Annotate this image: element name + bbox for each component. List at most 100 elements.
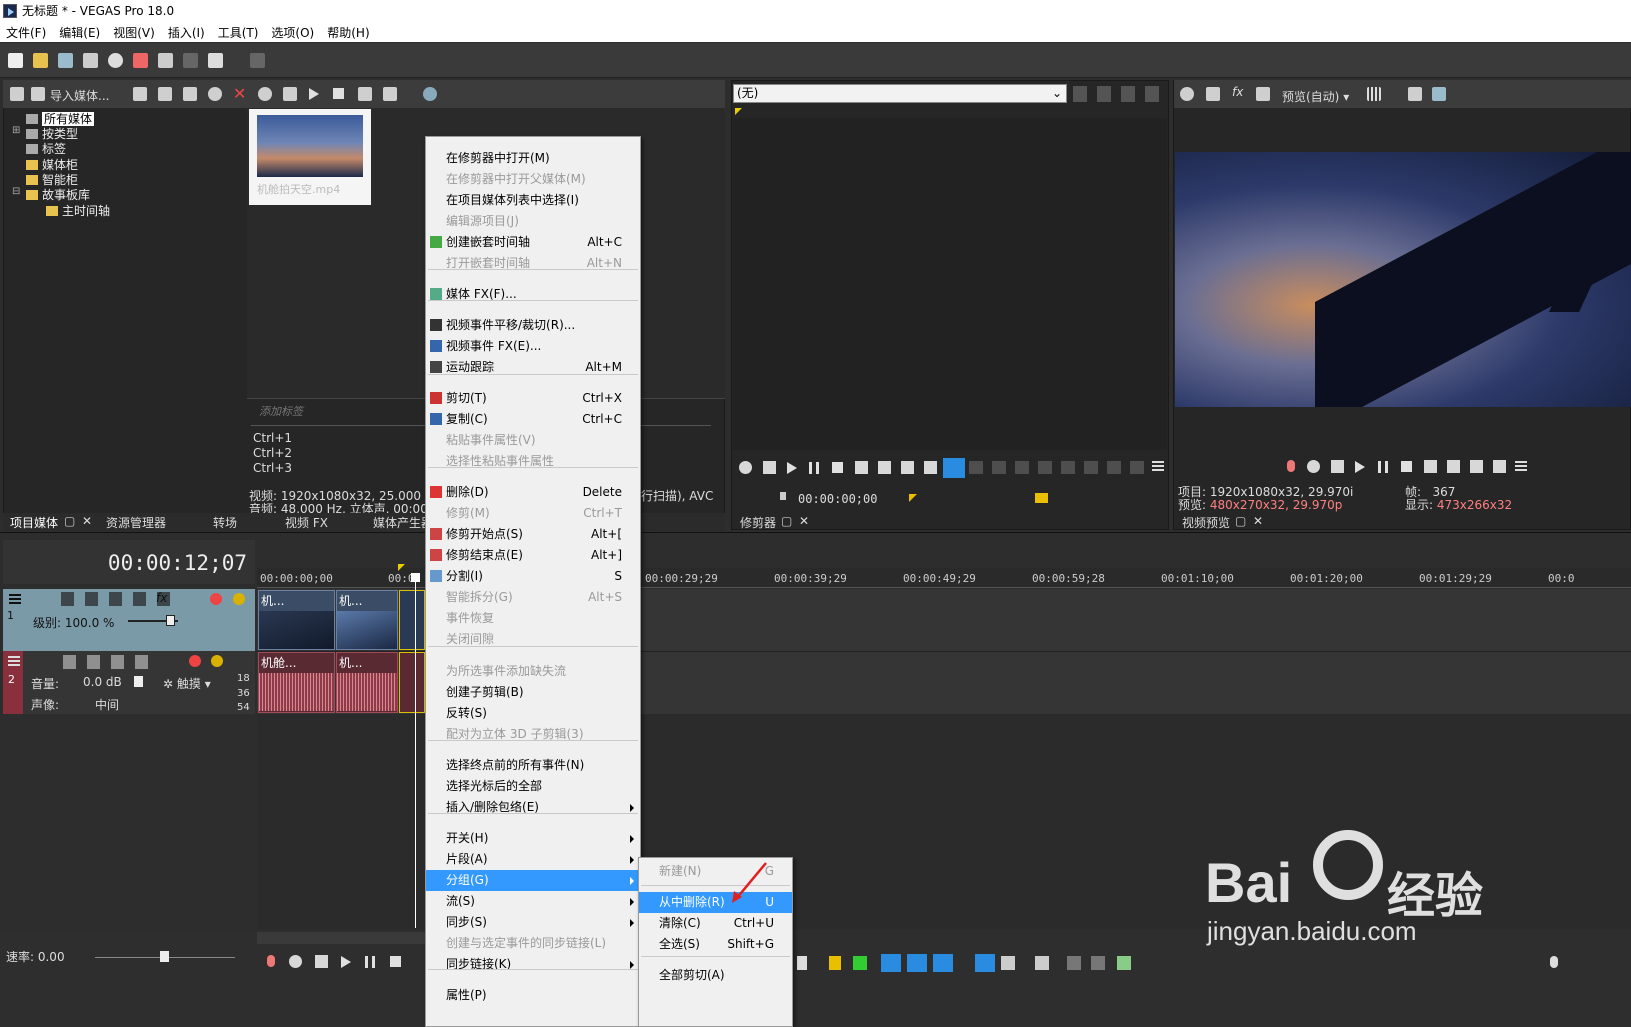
- play-from-start-icon[interactable]: [315, 955, 328, 968]
- tab-transitions[interactable]: 转场: [213, 514, 237, 531]
- tab-close-icon[interactable]: ✕: [82, 514, 92, 528]
- mute-icon[interactable]: [189, 655, 201, 667]
- split-tool-icon[interactable]: [1067, 956, 1081, 970]
- media-thumbnail[interactable]: 机舱拍天空.mp4: [249, 109, 371, 205]
- fx-icon[interactable]: [283, 87, 297, 101]
- fx-icon[interactable]: fx: [1232, 85, 1243, 99]
- audio-track-header[interactable]: 2 音量: 0.0 dB 声像: 中间 ✲ 触摸 ▾ 18 36 54: [3, 651, 255, 714]
- next-frame-icon[interactable]: [1493, 460, 1506, 473]
- media-view-icon[interactable]: [10, 87, 24, 101]
- collapse-icon[interactable]: ⊟: [12, 186, 20, 197]
- ignore-grouping-icon[interactable]: [1001, 956, 1015, 970]
- preview-quality-dropdown[interactable]: 预览(自动) ▾: [1282, 88, 1349, 105]
- prev-icon[interactable]: [1424, 460, 1437, 473]
- context-menu-item[interactable]: 分割(I) S: [426, 566, 640, 587]
- tree-storyboard-bin[interactable]: 故事板库: [26, 186, 90, 203]
- selection-tool-icon[interactable]: [1035, 956, 1049, 970]
- split-screen-icon[interactable]: [1256, 87, 1270, 101]
- video-event-2[interactable]: 机...: [336, 590, 398, 650]
- context-menu-item[interactable]: 选择光标后的全部: [426, 776, 640, 797]
- trim-tool-icon[interactable]: [1091, 956, 1105, 970]
- context-menu-item[interactable]: 属性(P): [426, 985, 640, 1006]
- context-menu-item[interactable]: 在修剪器中打开(M): [426, 148, 640, 169]
- playhead-handle[interactable]: [411, 573, 420, 582]
- submenu-item[interactable]: 清除(C) Ctrl+U: [639, 913, 792, 934]
- pause-icon[interactable]: [365, 956, 375, 968]
- media-fx-icon[interactable]: [208, 87, 222, 101]
- get-media-icon[interactable]: [158, 87, 172, 101]
- auto-crossfade-icon[interactable]: [907, 954, 927, 972]
- next-icon[interactable]: [878, 461, 891, 474]
- region-icon[interactable]: [853, 956, 867, 970]
- menu-insert[interactable]: 插入(I): [168, 24, 205, 41]
- import-icon[interactable]: [31, 87, 45, 101]
- context-menu-item[interactable]: 选择终点前的所有事件(N): [426, 755, 640, 776]
- stop-icon[interactable]: [390, 956, 401, 967]
- context-menu-item[interactable]: 创建子剪辑(B): [426, 682, 640, 703]
- remove-unused-icon[interactable]: [183, 87, 197, 101]
- gear-icon[interactable]: [108, 53, 123, 68]
- context-menu-item[interactable]: 在项目媒体列表中选择(I): [426, 190, 640, 211]
- prev-icon[interactable]: [855, 461, 868, 474]
- cut-icon[interactable]: [133, 53, 148, 68]
- tab-close-icon[interactable]: ✕: [1253, 514, 1263, 528]
- trimmer-dropdown[interactable]: (无) ⌄: [733, 84, 1067, 103]
- play-icon[interactable]: [787, 462, 797, 474]
- gear-icon[interactable]: [1180, 87, 1194, 101]
- next-frame-icon[interactable]: [924, 461, 937, 474]
- tab-video-preview[interactable]: 视频预览: [1182, 514, 1230, 531]
- volume-slider-thumb[interactable]: [134, 676, 143, 687]
- pause-icon[interactable]: [1378, 461, 1388, 473]
- context-menu-item[interactable]: 同步链接(K): [426, 954, 640, 975]
- microphone-icon[interactable]: [1550, 956, 1558, 968]
- zoom-search-icon[interactable]: [423, 87, 437, 101]
- track-menu-icon[interactable]: [9, 594, 21, 596]
- redo-icon[interactable]: [250, 53, 265, 68]
- menu-edit[interactable]: 编辑(E): [59, 24, 100, 41]
- video-track-header[interactable]: 1 fx 级别: 100.0 %: [3, 589, 255, 651]
- lock-envelopes-icon[interactable]: [975, 954, 995, 972]
- play-icon[interactable]: [309, 88, 319, 100]
- menu-options[interactable]: 选项(O): [271, 24, 314, 41]
- add-tool-icon[interactable]: [1117, 956, 1131, 970]
- new-file-icon[interactable]: [8, 53, 23, 68]
- tab-media-generators[interactable]: 媒体产生器: [373, 514, 433, 531]
- play-from-start-icon[interactable]: [763, 461, 776, 474]
- render-icon[interactable]: [83, 53, 98, 68]
- loop-icon[interactable]: [289, 955, 302, 968]
- menu-tools[interactable]: 工具(T): [218, 24, 259, 41]
- audio-event-3[interactable]: [399, 652, 425, 713]
- context-menu-item[interactable]: 媒体 FX(F)...: [426, 284, 640, 305]
- context-menu-item[interactable]: 修剪结束点(E) Alt+]: [426, 545, 640, 566]
- automation-mode[interactable]: ✲ 触摸 ▾: [163, 675, 211, 692]
- context-menu-item[interactable]: 剪切(T) Ctrl+X: [426, 388, 640, 409]
- menu-icon[interactable]: [1152, 461, 1164, 463]
- delete-icon[interactable]: ✕: [233, 86, 246, 102]
- context-menu-item[interactable]: 同步(S): [426, 912, 640, 933]
- tree-main-timeline[interactable]: 主时间轴: [46, 202, 110, 219]
- submenu-item[interactable]: 从中删除(R) U: [639, 892, 792, 913]
- record-mic-icon[interactable]: [267, 955, 275, 967]
- level-slider-thumb[interactable]: [166, 615, 175, 626]
- tab-undock-icon[interactable]: ▢: [64, 514, 75, 528]
- prev-frame-icon[interactable]: [1470, 460, 1483, 473]
- trim-mode-icon[interactable]: [943, 458, 965, 478]
- auto-preview-icon[interactable]: [358, 87, 372, 101]
- expand-icon[interactable]: ⊞: [12, 125, 20, 136]
- stop-icon[interactable]: [1401, 461, 1412, 472]
- submenu-item[interactable]: 全选(S) Shift+G: [639, 934, 792, 955]
- context-menu-item[interactable]: 流(S): [426, 891, 640, 912]
- pause-icon[interactable]: [809, 462, 819, 474]
- context-menu-item[interactable]: 插入/删除包络(E): [426, 797, 640, 818]
- context-menu-item[interactable]: 创建嵌套时间轴 Alt+C: [426, 232, 640, 253]
- menu-help[interactable]: 帮助(H): [327, 24, 369, 41]
- paste-icon[interactable]: [183, 53, 198, 68]
- horizontal-scrollbar[interactable]: [257, 932, 427, 944]
- tab-project-media[interactable]: 项目媒体: [10, 514, 58, 531]
- menu-view[interactable]: 视图(V): [113, 24, 155, 41]
- next-icon[interactable]: [1447, 460, 1460, 473]
- views-icon[interactable]: [383, 87, 397, 101]
- save-snapshot-icon[interactable]: [1432, 87, 1446, 101]
- capture-icon[interactable]: [133, 87, 147, 101]
- tag-input[interactable]: 添加标签: [259, 403, 303, 419]
